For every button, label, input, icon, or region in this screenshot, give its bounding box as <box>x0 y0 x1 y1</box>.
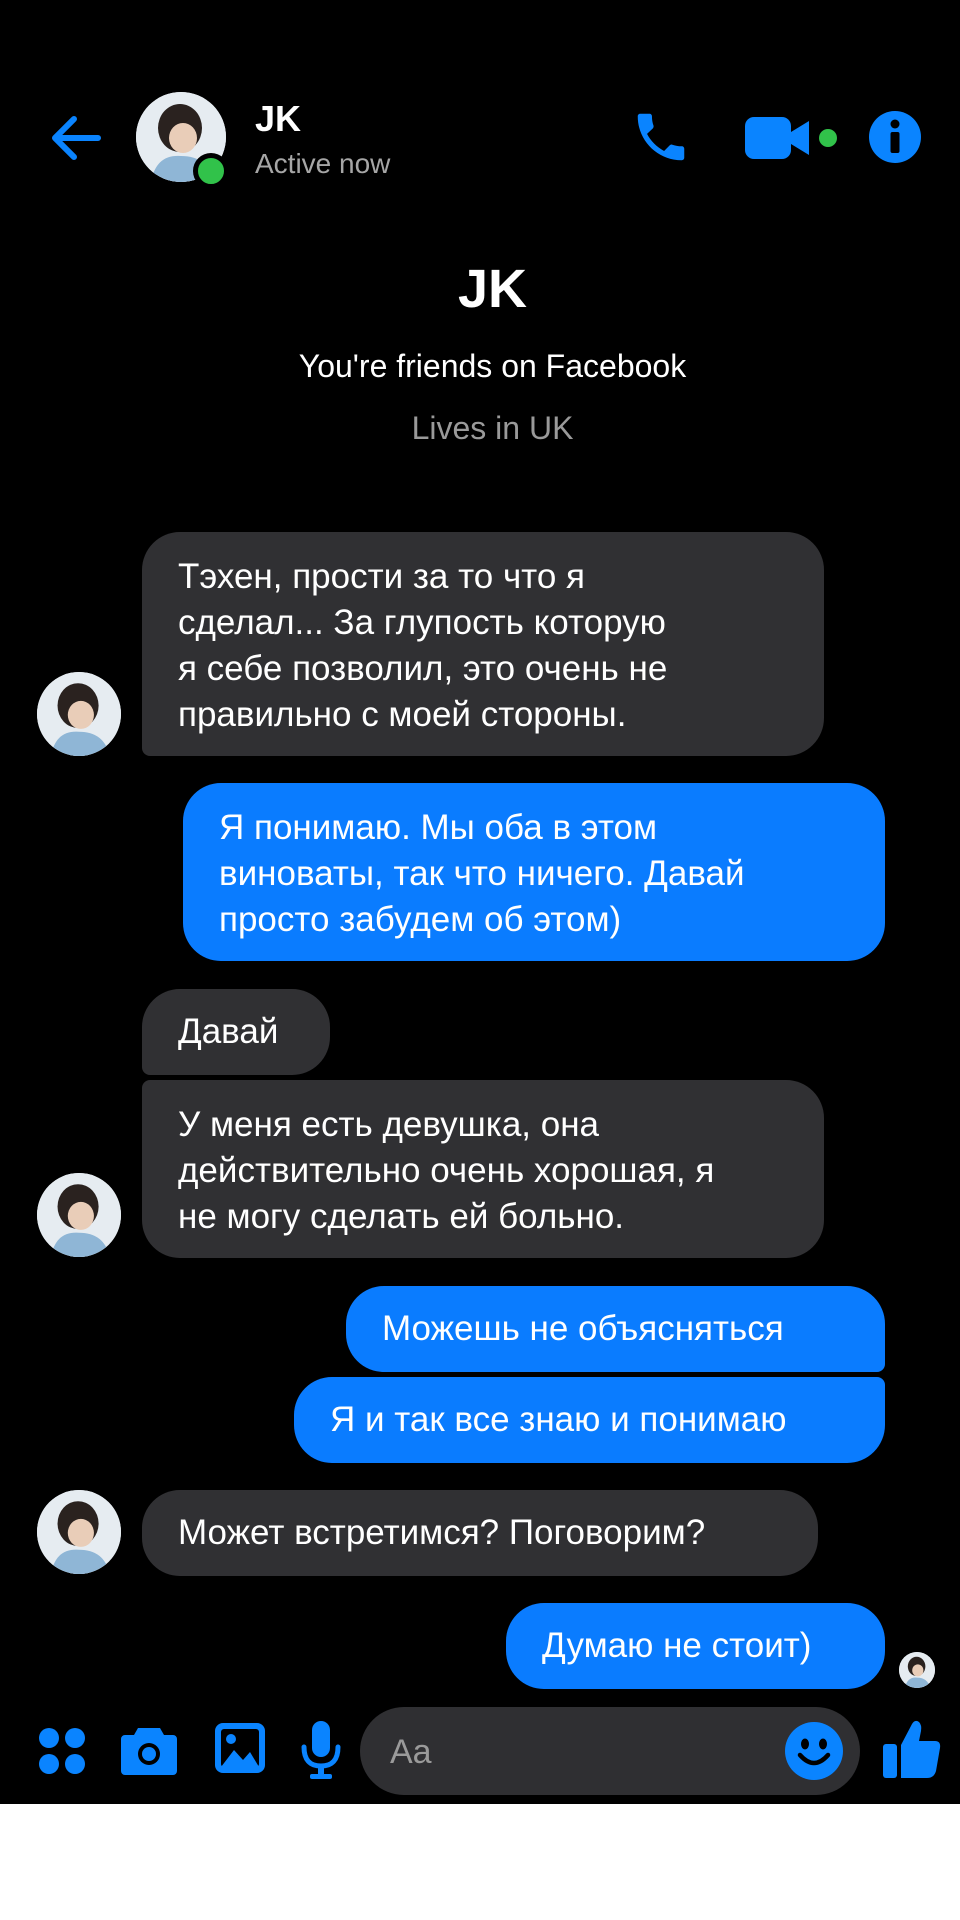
message-input[interactable] <box>388 1707 772 1797</box>
location-info: Lives in UK <box>411 410 574 446</box>
microphone-icon[interactable] <box>300 1720 342 1780</box>
camera-icon[interactable] <box>120 1724 178 1776</box>
message-composer[interactable] <box>360 1707 860 1797</box>
message-text: Думаю не стоит) <box>542 1626 812 1665</box>
message-bubble-outgoing[interactable]: Можешь не объясняться <box>346 1286 885 1372</box>
message-bubble-incoming[interactable]: Может встретимся? Поговорим? <box>142 1490 818 1576</box>
info-icon[interactable] <box>868 110 922 164</box>
back-arrow-icon[interactable] <box>46 108 106 168</box>
thumbs-up-icon[interactable] <box>882 1718 942 1780</box>
apps-grid-icon[interactable] <box>38 1727 86 1775</box>
message-text: У меня есть девушка, она <box>178 1105 599 1144</box>
message-bubble-incoming[interactable]: Давай <box>142 989 330 1075</box>
profile-name: JK <box>457 259 528 319</box>
chat-screen: JK Active now JK You're friends on Faceb… <box>0 0 960 1804</box>
sender-avatar <box>37 1173 121 1257</box>
contact-name[interactable]: JK <box>255 98 301 140</box>
message-text: Давай <box>178 1012 279 1051</box>
message-bubble-outgoing[interactable]: Я и так все знаю и понимаю <box>294 1377 885 1463</box>
active-status: Active now <box>255 148 391 179</box>
message-text: сделал... За глупость которую <box>178 603 666 642</box>
seen-receipt-avatar <box>899 1652 935 1688</box>
message-text: Я понимаю. Мы оба в этом <box>219 808 658 847</box>
message-text: не могу сделать ей больно. <box>178 1197 625 1236</box>
message-text: Тэхен, прости за то что я <box>178 557 585 596</box>
friends-info: You're friends on Facebook <box>298 348 687 384</box>
message-text: я себе позволил, это очень не <box>178 649 668 688</box>
message-text: виноваты, так что ничего. Давай <box>219 854 745 893</box>
video-camera-icon[interactable] <box>745 112 845 164</box>
message-text: действительно очень хорошая, я <box>178 1151 715 1190</box>
message-bubble-outgoing[interactable]: Думаю не стоит) <box>506 1603 885 1689</box>
message-bubble-incoming[interactable]: Тэхен, прости за то что я сделал... За г… <box>142 532 824 756</box>
emoji-icon[interactable] <box>784 1721 844 1781</box>
sender-avatar <box>37 672 121 756</box>
image-icon[interactable] <box>214 1722 266 1774</box>
message-text: просто забудем об этом) <box>219 900 622 939</box>
message-text: Может встретимся? Поговорим? <box>178 1513 706 1552</box>
phone-icon[interactable] <box>630 106 692 168</box>
message-text: Можешь не объясняться <box>382 1309 784 1348</box>
message-text: Я и так все знаю и понимаю <box>330 1400 787 1439</box>
message-bubble-outgoing[interactable]: Я понимаю. Мы оба в этом виноваты, так ч… <box>183 783 885 961</box>
sender-avatar <box>37 1490 121 1574</box>
online-status-dot <box>193 153 229 189</box>
message-text: правильно с моей стороны. <box>178 695 627 734</box>
message-bubble-incoming[interactable]: У меня есть девушка, она действительно о… <box>142 1080 824 1258</box>
